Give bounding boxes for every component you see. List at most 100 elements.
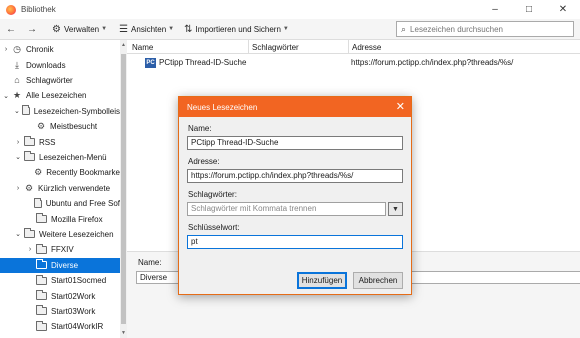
pctipp-favicon-icon: PC [145, 58, 156, 68]
list-column-headers: Name Schlagwörter Adresse [127, 40, 580, 54]
gear-icon: ⚙ [34, 167, 43, 178]
folder-icon [36, 320, 47, 331]
sidebar-scrollbar[interactable]: ▲ ▼ [120, 40, 127, 338]
sidebar-item[interactable]: ⌄ ★ Alle Lesezeichen [0, 88, 120, 103]
scrollbar-thumb[interactable] [121, 54, 126, 324]
sidebar-item[interactable]: Start04WorkIR [0, 319, 120, 334]
sidebar-item[interactable]: ⌂ Schlagwörter [0, 73, 120, 88]
folder-icon [21, 105, 30, 116]
chevron-down-icon[interactable]: ⌄ [14, 107, 20, 115]
search-input[interactable] [410, 24, 561, 34]
dialog-name-field[interactable]: PCtipp Thread-ID-Suche [187, 136, 403, 150]
sidebar-item[interactable]: ⌄ Weitere Lesezeichen [0, 227, 120, 242]
sidebar-item[interactable]: Start03Work [0, 304, 120, 319]
chevron-down-icon: ▼ [282, 26, 289, 32]
window-controls: – □ ✕ [478, 0, 580, 19]
cancel-button[interactable]: Abbrechen [353, 272, 403, 289]
scroll-up-icon[interactable]: ▲ [120, 42, 127, 48]
sidebar-item[interactable]: › ⚙ Kürzlich verwendete [0, 181, 120, 196]
sidebar-item-label: Start01Socmed [51, 276, 107, 286]
column-header-tags[interactable]: Schlagwörter [252, 43, 299, 52]
search-box[interactable]: ⌕ [396, 21, 574, 37]
chevron-down-icon: ▼ [392, 205, 399, 213]
back-arrow-icon: ← [6, 23, 16, 35]
chevron-down-icon[interactable]: ⌄ [14, 230, 22, 238]
close-button[interactable]: ✕ [546, 0, 580, 19]
maximize-button[interactable]: □ [512, 0, 546, 19]
sidebar-item[interactable]: › ◷ Chronik [0, 42, 120, 57]
add-button[interactable]: Hinzufügen [297, 272, 347, 289]
sidebar-item[interactable]: Start01Socmed [0, 273, 120, 288]
bookmark-name: PCtipp Thread-ID-Suche [159, 58, 247, 67]
sidebar-item-label: Alle Lesezeichen [26, 91, 87, 101]
sidebar-item[interactable]: ⚙ Meistbesucht [0, 119, 120, 134]
chevron-down-icon: ▼ [168, 26, 175, 32]
download-icon: ⤓ [15, 59, 19, 70]
sidebar-item[interactable]: ⌄ Lesezeichen-Symbolleis [0, 104, 120, 119]
dialog-tags-field[interactable]: Schlagwörter mit Kommata trennen [187, 202, 386, 216]
dialog-tags-label: Schlagwörter: [188, 190, 237, 199]
import-backup-menu-button[interactable]: ⇅ Importieren und Sichern ▼ [180, 19, 293, 40]
table-row[interactable]: PC PCtipp Thread-ID-Suche https://forum.… [127, 56, 580, 70]
chevron-down-icon[interactable]: ⌄ [2, 92, 10, 100]
chevron-right-icon[interactable]: › [14, 139, 22, 146]
sidebar-item-label: Lesezeichen-Menü [39, 152, 107, 162]
chevron-down-icon[interactable]: ⌄ [14, 153, 22, 161]
manage-menu-button[interactable]: ⚙ Verwalten ▼ [48, 19, 111, 40]
firefox-logo-icon [6, 4, 16, 15]
folder-icon [24, 228, 35, 239]
column-header-name[interactable]: Name [132, 43, 153, 52]
folder-icon [36, 213, 47, 224]
sidebar-item-label: Weitere Lesezeichen [39, 229, 114, 239]
sidebar-item-label: Diverse [51, 260, 79, 270]
import-label: Importieren und Sichern [195, 24, 281, 34]
sidebar-item[interactable]: › RSS [0, 134, 120, 149]
dialog-keyword-field[interactable]: pt [187, 235, 403, 249]
column-header-address[interactable]: Adresse [352, 43, 381, 52]
views-label: Ansichten [131, 24, 167, 34]
toolbar: ← → ⚙ Verwalten ▼ ☰ Ansichten ▼ ⇅ Import… [0, 19, 580, 40]
folder-icon [24, 151, 35, 162]
dialog-close-icon[interactable]: ✕ [396, 100, 405, 113]
chevron-right-icon[interactable]: › [2, 46, 10, 53]
dialog-address-field[interactable]: https://forum.pctipp.ch/index.php?thread… [187, 169, 403, 183]
sidebar-item[interactable]: ⌄ Lesezeichen-Menü [0, 150, 120, 165]
views-menu-button[interactable]: ☰ Ansichten ▼ [115, 19, 178, 40]
folder-icon [36, 274, 47, 285]
bookmark-address: https://forum.pctipp.ch/index.php?thread… [351, 58, 514, 67]
dialog-title-bar: Neues Lesezeichen ✕ [179, 97, 411, 117]
sidebar-item-label: Kürzlich verwendete [38, 183, 111, 193]
tag-icon: ⌂ [14, 75, 20, 86]
sidebar-item-label: Downloads [26, 60, 66, 70]
folder-icon [33, 197, 42, 208]
title-bar: Bibliothek – □ ✕ [0, 0, 580, 19]
sidebar-item[interactable]: Diverse [0, 257, 120, 273]
chevron-right-icon[interactable]: › [14, 185, 22, 192]
sidebar-item[interactable]: › FFXIV [0, 242, 120, 257]
dialog-title: Neues Lesezeichen [187, 102, 258, 112]
sidebar-item[interactable]: Ubuntu and Free Sof [0, 196, 120, 211]
forward-button[interactable]: → [23, 19, 44, 40]
sidebar-item-label: Start03Work [51, 306, 96, 316]
details-name-label: Name: [138, 258, 162, 267]
sidebar-item-label: Meistbesucht [50, 122, 98, 132]
sidebar-item-label: Recently Bookmarke [46, 168, 120, 178]
sidebar-item-label: RSS [39, 137, 56, 147]
sidebar-item-label: Start02Work [51, 291, 96, 301]
chevron-right-icon[interactable]: › [26, 246, 34, 253]
scroll-down-icon[interactable]: ▼ [120, 330, 127, 336]
star-icon: ★ [12, 90, 22, 101]
sidebar-item-label: Start04WorkIR [51, 322, 104, 332]
tags-dropdown-button[interactable]: ▼ [388, 202, 403, 216]
window-title: Bibliothek [21, 5, 56, 14]
forward-arrow-icon: → [27, 23, 37, 35]
minimize-button[interactable]: – [478, 0, 512, 19]
sidebar-item[interactable]: ⤓ Downloads [0, 57, 120, 72]
sidebar-item-label: Chronik [26, 45, 54, 55]
back-button[interactable]: ← [0, 19, 23, 40]
sidebar-item[interactable]: Start02Work [0, 288, 120, 303]
sidebar-item[interactable]: Mozilla Firefox [0, 211, 120, 226]
sidebar-item[interactable]: ⚙ Recently Bookmarke [0, 165, 120, 180]
folder-icon [36, 290, 47, 301]
clock-icon: ◷ [13, 44, 21, 55]
